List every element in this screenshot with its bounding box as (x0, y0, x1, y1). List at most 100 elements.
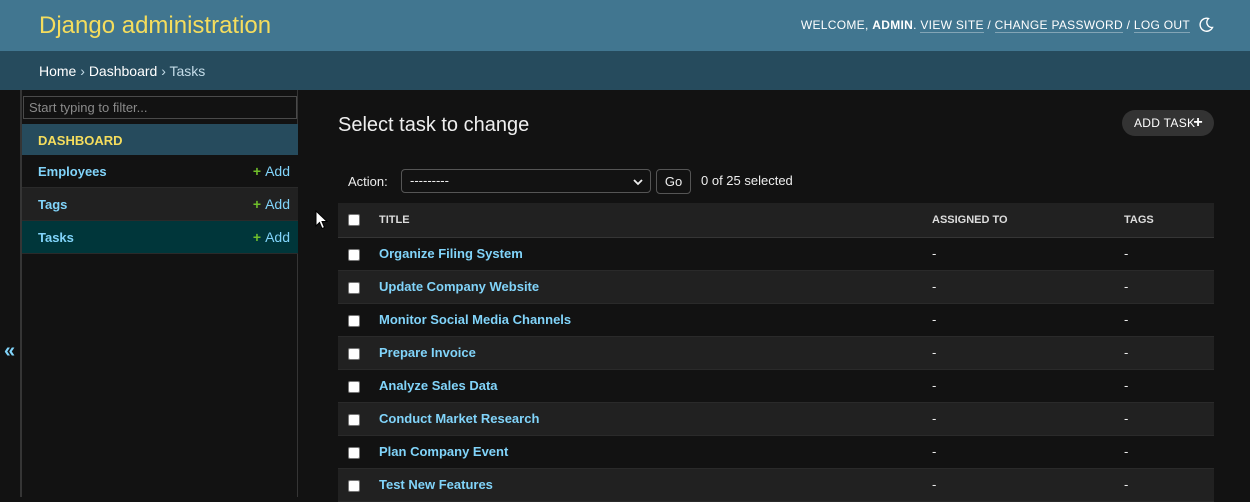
add-icon: + (252, 196, 262, 212)
sidebar-item-label[interactable]: Employees (38, 164, 107, 179)
assigned-cell: - (932, 237, 1124, 271)
table-header-row: Title Assigned to Tags (338, 203, 1214, 238)
separator: / (987, 18, 992, 32)
row-checkbox[interactable] (348, 479, 360, 492)
row-checkbox[interactable] (348, 281, 360, 294)
sidebar-item-label[interactable]: Tags (38, 197, 67, 212)
log-out-link[interactable]: LOG OUT (1133, 18, 1190, 33)
breadcrumb: Home › Dashboard › Tasks (0, 51, 1250, 90)
task-title-link[interactable]: Test New Features (379, 477, 493, 492)
welcome-text: WELCOME, (800, 18, 869, 32)
tags-cell: - (1124, 237, 1214, 271)
row-checkbox[interactable] (348, 248, 360, 261)
title-cell: Organize Filing System (379, 237, 932, 271)
breadcrumb-separator: › (161, 63, 166, 79)
select-all-checkbox[interactable] (348, 213, 360, 226)
row-check-cell (338, 303, 379, 337)
task-title-link[interactable]: Plan Company Event (379, 444, 508, 459)
title-cell: Plan Company Event (379, 435, 932, 469)
tags-cell: - (1124, 369, 1214, 403)
column-header-title[interactable]: Title (379, 203, 932, 238)
breadcrumb-dashboard[interactable]: Dashboard (89, 63, 158, 79)
task-title-link[interactable]: Monitor Social Media Channels (379, 312, 571, 327)
column-header-assigned-to[interactable]: Assigned to (932, 203, 1124, 238)
table-row: Organize Filing System - - (338, 237, 1214, 271)
row-check-cell (338, 435, 379, 469)
select-all-cell (338, 203, 379, 238)
chevron-down-icon (633, 179, 643, 186)
table-row: Analyze Sales Data - - (338, 369, 1214, 403)
tags-cell: - (1124, 270, 1214, 304)
view-site-link[interactable]: VIEW SITE (920, 18, 984, 33)
change-password-link[interactable]: CHANGE PASSWORD (994, 18, 1123, 33)
row-check-cell (338, 369, 379, 403)
title-cell: Update Company Website (379, 270, 932, 304)
username: ADMIN (872, 18, 914, 32)
nav-sidebar: Dashboard Employees +Add Tags +Add Tasks… (21, 90, 298, 497)
separator: / (1126, 18, 1131, 32)
collapse-sidebar-icon[interactable]: « (4, 340, 15, 363)
title-cell: Test New Features (379, 468, 932, 502)
row-checkbox[interactable] (348, 413, 360, 426)
task-title-link[interactable]: Prepare Invoice (379, 345, 476, 360)
add-employee-link[interactable]: + Add (253, 163, 290, 179)
breadcrumb-separator: › (80, 63, 85, 79)
add-task-button[interactable]: ADD TASK + (1122, 110, 1214, 136)
nav-filter-input[interactable] (23, 96, 297, 119)
mouse-cursor-icon (315, 210, 329, 230)
breadcrumb-home[interactable]: Home (39, 63, 76, 79)
table-row: Prepare Invoice - - (338, 336, 1214, 370)
task-title-link[interactable]: Update Company Website (379, 279, 539, 294)
add-icon: + (252, 163, 262, 179)
title-cell: Analyze Sales Data (379, 369, 932, 403)
row-checkbox[interactable] (348, 347, 360, 360)
action-select[interactable]: --------- (401, 169, 651, 193)
sidebar-item-employees: Employees + Add (22, 155, 298, 188)
table-row: Plan Company Event - - (338, 435, 1214, 469)
column-header-tags[interactable]: Tags (1124, 203, 1214, 238)
assigned-cell: - (932, 336, 1124, 370)
module-caption-dashboard[interactable]: Dashboard (22, 124, 298, 155)
tags-cell: - (1124, 468, 1214, 502)
actions-bar: Action: --------- Go 0 of 25 selected (338, 167, 1214, 197)
sidebar-item-label[interactable]: Tasks (38, 230, 74, 245)
go-button[interactable]: Go (656, 169, 691, 194)
assigned-cell: - (932, 270, 1124, 304)
table-row: Test New Features - - (338, 468, 1214, 502)
row-checkbox[interactable] (348, 446, 360, 459)
assigned-cell: - (932, 435, 1124, 469)
title-cell: Prepare Invoice (379, 336, 932, 370)
add-tag-link[interactable]: + Add (253, 196, 290, 212)
site-brand[interactable]: Django administration (39, 12, 271, 40)
breadcrumb-current: Tasks (169, 63, 206, 79)
row-checkbox[interactable] (348, 314, 360, 327)
add-label: Add (265, 163, 290, 179)
toggle-sidebar-button[interactable]: « (0, 90, 21, 497)
task-title-link[interactable]: Conduct Market Research (379, 411, 539, 426)
row-check-cell (338, 402, 379, 436)
table-row: Conduct Market Research - - (338, 402, 1214, 436)
add-icon: + (252, 229, 262, 245)
sidebar-item-tags: Tags + Add (22, 188, 298, 221)
sidebar-item-tasks: Tasks + Add (22, 221, 298, 254)
task-title-link[interactable]: Organize Filing System (379, 246, 523, 261)
add-task-link[interactable]: + Add (253, 229, 290, 245)
table-row: Update Company Website - - (338, 270, 1214, 304)
action-label: Action: (348, 174, 388, 189)
assigned-cell: - (932, 468, 1124, 502)
tags-cell: - (1124, 402, 1214, 436)
add-label: Add (265, 196, 290, 212)
title-cell: Conduct Market Research (379, 402, 932, 436)
tags-cell: - (1124, 435, 1214, 469)
task-title-link[interactable]: Analyze Sales Data (379, 378, 498, 393)
add-task-label: ADD TASK (1134, 116, 1196, 130)
assigned-cell: - (932, 369, 1124, 403)
row-check-cell (338, 336, 379, 370)
row-checkbox[interactable] (348, 380, 360, 393)
moon-icon[interactable] (1198, 17, 1214, 33)
result-table: Title Assigned to Tags Organize Filing S… (338, 203, 1214, 502)
title-cell: Monitor Social Media Channels (379, 303, 932, 337)
tags-cell: - (1124, 303, 1214, 337)
table-row: Monitor Social Media Channels - - (338, 303, 1214, 337)
action-selected-option: --------- (410, 173, 449, 188)
